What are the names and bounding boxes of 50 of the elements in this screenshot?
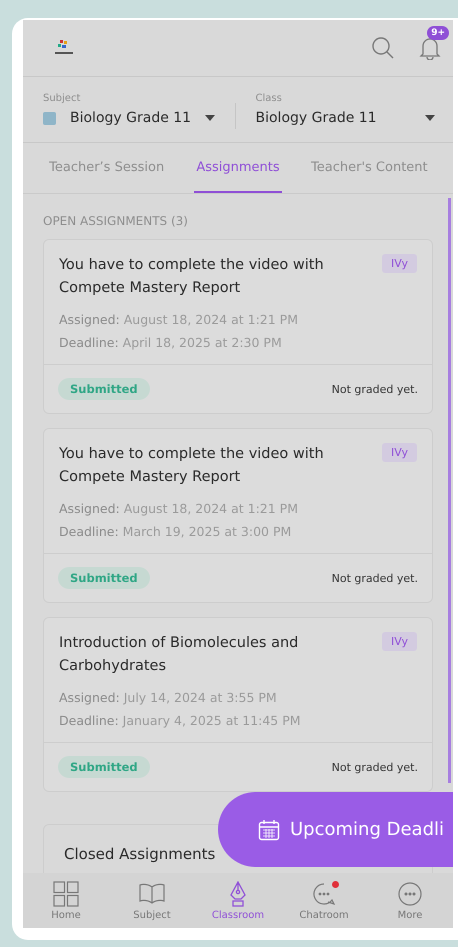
logo-icon	[55, 40, 73, 56]
pen-nib-icon	[229, 880, 247, 906]
grade-status: Not graded yet.	[332, 760, 418, 774]
status-badge: Submitted	[58, 756, 150, 778]
assignment-card[interactable]: Introduction of Biomolecules and Carbohydrates IVy Assigned: July 14, 2024 at 3:55 PM Deadline: January 4, 2025 at 11:45 PM Submitted Not graded yet.	[43, 617, 433, 792]
nav-item[interactable]: Home	[23, 873, 109, 928]
notification-badge: 9+	[427, 26, 449, 40]
tab[interactable]: Assignments	[194, 143, 282, 193]
grid-icon	[53, 880, 79, 906]
dropdown[interactable]: Class Biology Grade 11	[256, 93, 435, 126]
bell-icon[interactable]	[419, 36, 441, 60]
assigned-date: Assigned: August 18, 2024 at 1:21 PM	[59, 311, 299, 329]
status-badge: Submitted	[58, 378, 150, 400]
assignment-title: Introduction of Biomolecules and Carbohydrates	[59, 634, 300, 676]
calendar-icon	[258, 818, 280, 840]
dropdown[interactable]: Subject Biology Grade 11	[43, 93, 222, 126]
assigned-date: Assigned: July 14, 2024 at 3:55 PM	[59, 689, 278, 707]
assigned-date: Assigned: August 18, 2024 at 1:21 PM	[59, 500, 299, 518]
deadline-date: Deadline: March 19, 2025 at 3:00 PM	[59, 523, 292, 541]
status-badge: Submitted	[58, 567, 150, 589]
search-icon[interactable]	[371, 36, 395, 60]
tab[interactable]: Teacher's Content	[290, 143, 450, 193]
assignment-card[interactable]: You have to complete the video with Compete Mastery Report IVy Assigned: August 18, 2024 at 1:21 PM Deadline: April 18, 2025 at 2:30 PM Submitted Not graded yet.	[43, 239, 433, 414]
tag: IVy	[382, 443, 417, 462]
assignment-card[interactable]: You have to complete the video with Compete Mastery Report IVy Assigned: August 18, 2024 at 1:21 PM Deadline: March 19, 2025 at 3:00 PM Submitted Not graded yet.	[43, 428, 433, 603]
caret-icon	[425, 115, 435, 121]
nav-item[interactable]: More	[367, 873, 453, 928]
dropdown-value: Biology Grade 11	[70, 110, 192, 126]
section-title: OPEN ASSIGNMENTS (3)	[43, 214, 189, 228]
closed-assignments-title[interactable]: Closed Assignments	[64, 845, 216, 863]
deadline-date: Deadline: April 18, 2025 at 2:30 PM	[59, 334, 283, 352]
assignment-title: You have to complete the video with Compete Mastery Report	[59, 445, 325, 487]
more-icon	[398, 882, 422, 906]
tab[interactable]: Teacher’s Session	[27, 143, 186, 193]
dropdown-value: Biology Grade 11	[256, 110, 377, 126]
book-icon	[139, 882, 165, 904]
nav-item[interactable]: Subject	[109, 873, 195, 928]
assignment-title: You have to complete the video with Compete Mastery Report	[59, 256, 325, 298]
dropdown-label: Class	[256, 93, 283, 104]
caret-icon	[205, 115, 216, 121]
nav-item[interactable]: Classroom	[195, 873, 281, 928]
chat-icon	[312, 882, 336, 906]
dropdown-label: Subject	[43, 93, 82, 104]
grade-status: Not graded yet.	[332, 572, 418, 584]
tag: IVy	[382, 254, 417, 273]
nav-item[interactable]: Chatroom	[281, 873, 367, 928]
upcoming-deadlines-button[interactable]: Upcoming Deadli	[218, 792, 453, 867]
deadline-date: Deadline: January 4, 2025 at 11:45 PM	[59, 712, 302, 730]
tag: IVy	[382, 632, 417, 651]
grade-status: Not graded yet.	[332, 382, 418, 396]
